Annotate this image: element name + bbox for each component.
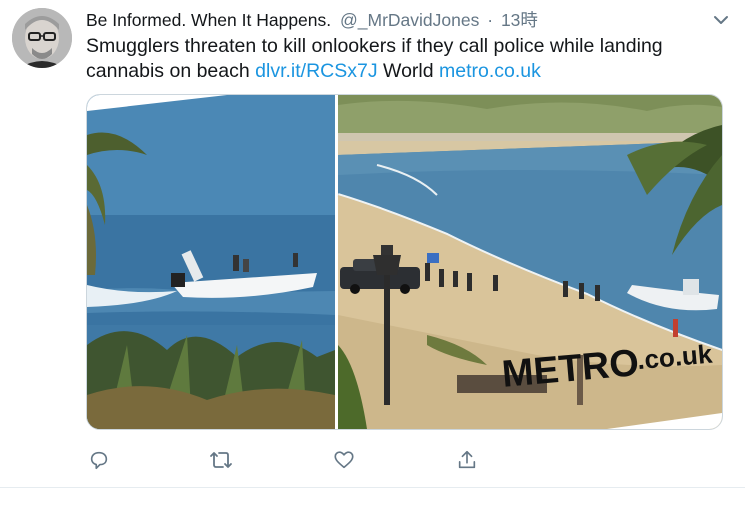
domain-link[interactable]: metro.co.uk: [439, 60, 541, 82]
user-handle[interactable]: @_MrDavidJones: [340, 10, 479, 30]
media-image: METRO .co.uk: [87, 95, 722, 429]
chevron-down-icon[interactable]: [711, 10, 731, 30]
tweet-divider: [0, 487, 745, 488]
short-link[interactable]: dlvr.it/RCSx7J: [255, 60, 377, 82]
action-bar: [86, 447, 506, 473]
timestamp[interactable]: 13時: [501, 10, 538, 30]
avatar[interactable]: [12, 8, 72, 68]
like-icon[interactable]: [331, 447, 357, 473]
tweet[interactable]: Be Informed. When It Happens. @_MrDavidJ…: [0, 0, 745, 529]
share-icon[interactable]: [454, 447, 480, 473]
tweet-text: Smugglers threaten to kill onlookers if …: [86, 34, 726, 84]
reply-icon[interactable]: [86, 447, 112, 473]
separator-dot: ·: [487, 10, 494, 30]
display-name[interactable]: Be Informed. When It Happens.: [86, 10, 331, 30]
avatar-photo: [12, 8, 72, 68]
retweet-icon[interactable]: [208, 447, 234, 473]
tweet-category: World: [383, 60, 434, 82]
tweet-header: Be Informed. When It Happens. @_MrDavidJ…: [86, 8, 731, 32]
media-card[interactable]: METRO .co.uk: [86, 94, 723, 430]
left-panel-image: [87, 95, 335, 429]
